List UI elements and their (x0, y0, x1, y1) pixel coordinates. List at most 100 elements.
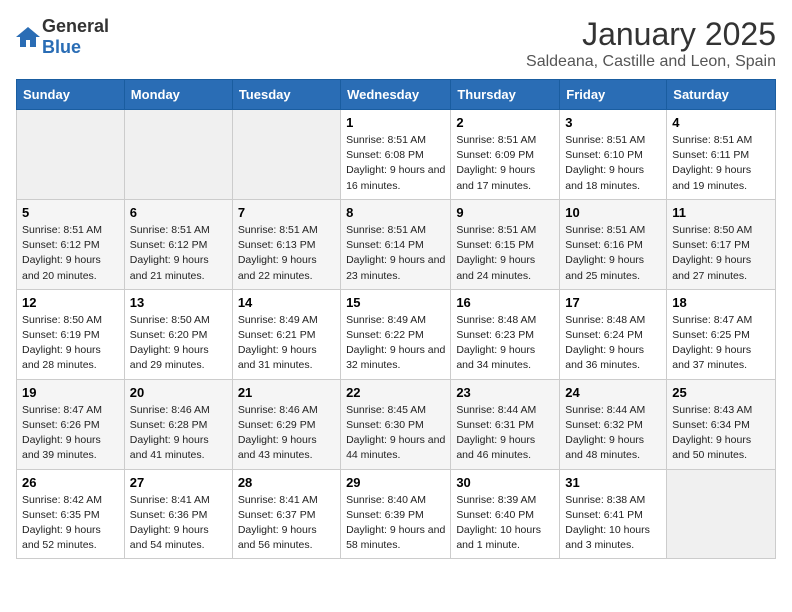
day-info: Sunrise: 8:42 AM Sunset: 6:35 PM Dayligh… (22, 493, 119, 554)
calendar-cell: 17 Sunrise: 8:48 AM Sunset: 6:24 PM Dayli… (560, 289, 667, 379)
day-number: 31 (565, 475, 661, 490)
day-info: Sunrise: 8:40 AM Sunset: 6:39 PM Dayligh… (346, 493, 445, 554)
day-info: Sunrise: 8:47 AM Sunset: 6:26 PM Dayligh… (22, 403, 119, 464)
day-info: Sunrise: 8:44 AM Sunset: 6:31 PM Dayligh… (456, 403, 554, 464)
day-number: 12 (22, 295, 119, 310)
subtitle: Saldeana, Castille and Leon, Spain (526, 53, 776, 71)
calendar-cell: 4 Sunrise: 8:51 AM Sunset: 6:11 PM Daylig… (667, 110, 776, 200)
day-number: 24 (565, 385, 661, 400)
title-area: January 2025 Saldeana, Castille and Leon… (526, 16, 776, 71)
calendar-cell: 30Sunrise: 8:39 AM Sunset: 6:40 PM Dayli… (451, 469, 560, 559)
day-info: Sunrise: 8:41 AM Sunset: 6:36 PM Dayligh… (130, 493, 227, 554)
calendar-header-row: SundayMondayTuesdayWednesdayThursdayFrid… (17, 80, 776, 110)
calendar-table: SundayMondayTuesdayWednesdayThursdayFrid… (16, 79, 776, 559)
day-info: Sunrise: 8:43 AM Sunset: 6:34 PM Dayligh… (672, 403, 770, 464)
day-number: 16 (456, 295, 554, 310)
calendar-cell: 6Sunrise: 8:51 AM Sunset: 6:12 PM Daylig… (124, 199, 232, 289)
calendar-cell (667, 469, 776, 559)
calendar-cell: 12 Sunrise: 8:50 AM Sunset: 6:19 PM Dayli… (17, 289, 125, 379)
day-info: Sunrise: 8:51 AM Sunset: 6:11 PM Dayligh… (672, 133, 770, 194)
calendar-cell: 27 Sunrise: 8:41 AM Sunset: 6:36 PM Dayli… (124, 469, 232, 559)
calendar-cell: 31 Sunrise: 8:38 AM Sunset: 6:41 PM Dayli… (560, 469, 667, 559)
day-info: Sunrise: 8:51 AM Sunset: 6:08 PM Dayligh… (346, 133, 445, 194)
day-info: Sunrise: 8:44 AM Sunset: 6:32 PM Dayligh… (565, 403, 661, 464)
day-number: 9 (456, 205, 554, 220)
calendar-cell: 13 Sunrise: 8:50 AM Sunset: 6:20 PM Dayli… (124, 289, 232, 379)
day-number: 28 (238, 475, 335, 490)
calendar-week-row: 19 Sunrise: 8:47 AM Sunset: 6:26 PM Dayli… (17, 379, 776, 469)
day-number: 13 (130, 295, 227, 310)
calendar-cell: 7Sunrise: 8:51 AM Sunset: 6:13 PM Daylig… (232, 199, 340, 289)
weekday-header: Saturday (667, 80, 776, 110)
day-number: 25 (672, 385, 770, 400)
calendar-cell: 2 Sunrise: 8:51 AM Sunset: 6:09 PM Daylig… (451, 110, 560, 200)
day-number: 10 (565, 205, 661, 220)
day-number: 14 (238, 295, 335, 310)
day-info: Sunrise: 8:41 AM Sunset: 6:37 PM Dayligh… (238, 493, 335, 554)
day-info: Sunrise: 8:50 AM Sunset: 6:17 PM Dayligh… (672, 223, 770, 284)
day-number: 19 (22, 385, 119, 400)
day-info: Sunrise: 8:51 AM Sunset: 6:15 PM Dayligh… (456, 223, 554, 284)
calendar-cell: 1 Sunrise: 8:51 AM Sunset: 6:08 PM Daylig… (341, 110, 451, 200)
logo-general: General (42, 16, 109, 36)
weekday-header: Friday (560, 80, 667, 110)
day-info: Sunrise: 8:48 AM Sunset: 6:24 PM Dayligh… (565, 313, 661, 374)
day-info: Sunrise: 8:51 AM Sunset: 6:09 PM Dayligh… (456, 133, 554, 194)
day-number: 17 (565, 295, 661, 310)
calendar-cell: 8 Sunrise: 8:51 AM Sunset: 6:14 PM Daylig… (341, 199, 451, 289)
calendar-cell (17, 110, 125, 200)
calendar-cell: 16 Sunrise: 8:48 AM Sunset: 6:23 PM Dayli… (451, 289, 560, 379)
calendar-cell: 10 Sunrise: 8:51 AM Sunset: 6:16 PM Dayli… (560, 199, 667, 289)
calendar-cell: 18Sunrise: 8:47 AM Sunset: 6:25 PM Dayli… (667, 289, 776, 379)
day-info: Sunrise: 8:48 AM Sunset: 6:23 PM Dayligh… (456, 313, 554, 374)
day-info: Sunrise: 8:49 AM Sunset: 6:22 PM Dayligh… (346, 313, 445, 374)
calendar-week-row: 26Sunrise: 8:42 AM Sunset: 6:35 PM Dayli… (17, 469, 776, 559)
weekday-header: Monday (124, 80, 232, 110)
main-title: January 2025 (526, 16, 776, 53)
calendar-cell: 22Sunrise: 8:45 AM Sunset: 6:30 PM Dayli… (341, 379, 451, 469)
calendar-cell: 3 Sunrise: 8:51 AM Sunset: 6:10 PM Daylig… (560, 110, 667, 200)
day-number: 30 (456, 475, 554, 490)
logo-blue: Blue (42, 37, 81, 57)
day-number: 15 (346, 295, 445, 310)
day-info: Sunrise: 8:45 AM Sunset: 6:30 PM Dayligh… (346, 403, 445, 464)
day-info: Sunrise: 8:51 AM Sunset: 6:16 PM Dayligh… (565, 223, 661, 284)
calendar-cell: 14 Sunrise: 8:49 AM Sunset: 6:21 PM Dayli… (232, 289, 340, 379)
day-number: 5 (22, 205, 119, 220)
day-info: Sunrise: 8:46 AM Sunset: 6:28 PM Dayligh… (130, 403, 227, 464)
day-info: Sunrise: 8:51 AM Sunset: 6:10 PM Dayligh… (565, 133, 661, 194)
calendar-cell: 15 Sunrise: 8:49 AM Sunset: 6:22 PM Dayli… (341, 289, 451, 379)
calendar-cell: 20Sunrise: 8:46 AM Sunset: 6:28 PM Dayli… (124, 379, 232, 469)
day-info: Sunrise: 8:50 AM Sunset: 6:19 PM Dayligh… (22, 313, 119, 374)
calendar-cell (124, 110, 232, 200)
day-number: 27 (130, 475, 227, 490)
weekday-header: Tuesday (232, 80, 340, 110)
calendar-cell: 9 Sunrise: 8:51 AM Sunset: 6:15 PM Daylig… (451, 199, 560, 289)
day-info: Sunrise: 8:47 AM Sunset: 6:25 PM Dayligh… (672, 313, 770, 374)
calendar-cell: 24 Sunrise: 8:44 AM Sunset: 6:32 PM Dayli… (560, 379, 667, 469)
calendar-cell: 21Sunrise: 8:46 AM Sunset: 6:29 PM Dayli… (232, 379, 340, 469)
calendar-cell: 23Sunrise: 8:44 AM Sunset: 6:31 PM Dayli… (451, 379, 560, 469)
calendar-cell: 25 Sunrise: 8:43 AM Sunset: 6:34 PM Dayli… (667, 379, 776, 469)
calendar-cell: 19 Sunrise: 8:47 AM Sunset: 6:26 PM Dayli… (17, 379, 125, 469)
calendar-week-row: 5Sunrise: 8:51 AM Sunset: 6:12 PM Daylig… (17, 199, 776, 289)
logo: General Blue (16, 16, 109, 58)
calendar-week-row: 1 Sunrise: 8:51 AM Sunset: 6:08 PM Daylig… (17, 110, 776, 200)
day-info: Sunrise: 8:38 AM Sunset: 6:41 PM Dayligh… (565, 493, 661, 554)
day-number: 7 (238, 205, 335, 220)
weekday-header: Sunday (17, 80, 125, 110)
day-number: 3 (565, 115, 661, 130)
day-info: Sunrise: 8:51 AM Sunset: 6:14 PM Dayligh… (346, 223, 445, 284)
day-info: Sunrise: 8:49 AM Sunset: 6:21 PM Dayligh… (238, 313, 335, 374)
day-number: 4 (672, 115, 770, 130)
day-info: Sunrise: 8:50 AM Sunset: 6:20 PM Dayligh… (130, 313, 227, 374)
calendar-cell (232, 110, 340, 200)
day-number: 1 (346, 115, 445, 130)
calendar-week-row: 12 Sunrise: 8:50 AM Sunset: 6:19 PM Dayli… (17, 289, 776, 379)
day-number: 8 (346, 205, 445, 220)
calendar-cell: 28 Sunrise: 8:41 AM Sunset: 6:37 PM Dayli… (232, 469, 340, 559)
calendar-cell: 29Sunrise: 8:40 AM Sunset: 6:39 PM Dayli… (341, 469, 451, 559)
day-number: 2 (456, 115, 554, 130)
calendar-body: 1 Sunrise: 8:51 AM Sunset: 6:08 PM Daylig… (17, 110, 776, 559)
day-number: 6 (130, 205, 227, 220)
